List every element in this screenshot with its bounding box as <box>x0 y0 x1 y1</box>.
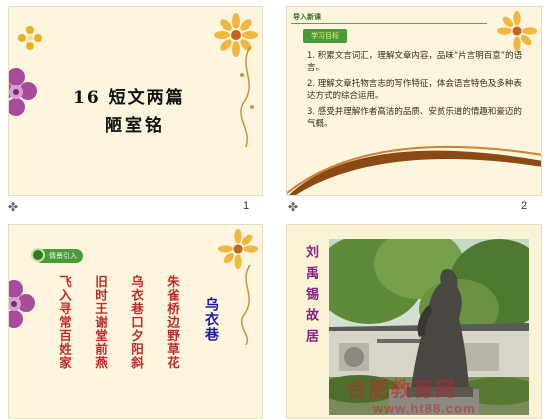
tag-circle-icon <box>31 248 45 262</box>
goal-item-1: 1. 积累文言词汇，理解文章内容，品味“片言明百意”的语言。 <box>307 51 523 73</box>
learning-goals-tag: 学习目标 <box>303 29 347 43</box>
slide-thumbnail-3[interactable]: 情景引入 乌衣巷 朱雀桥边野草花 乌衣巷口夕阳斜 旧时王谢堂前燕 飞入寻常百姓家 <box>8 224 263 419</box>
slide-number-1: 1 <box>243 200 250 212</box>
poem-line-3: 旧时王谢堂前燕 <box>93 275 108 370</box>
slide-show-icon[interactable]: ✤ <box>288 200 298 214</box>
slide-show-icon[interactable]: ✤ <box>8 200 18 214</box>
brown-arc-decoration <box>287 145 541 195</box>
slide-1-subtitle: 陋室铭 <box>105 116 165 136</box>
flower-icon <box>497 11 537 51</box>
vine-decoration <box>240 47 254 147</box>
flower-icon <box>218 229 258 269</box>
scene-intro-label: 情景引入 <box>49 252 77 260</box>
slide-thumbnail-2[interactable]: 导入新课 学习目标 1. 积累文言词汇，理解文章内容，品味“片言明百意”的语言。… <box>286 6 542 196</box>
poem-line-2: 乌衣巷口夕阳斜 <box>129 275 144 370</box>
poem-line-1: 朱雀桥边野草花 <box>165 275 180 370</box>
header-rule <box>291 23 487 24</box>
watermark-url: www.ht88.com <box>373 401 476 416</box>
slide-thumbnail-1[interactable]: 16 短文两篇 陋室铭 <box>8 6 263 196</box>
slide-number-2: 2 <box>521 200 528 212</box>
slide-thumbnail-4[interactable]: 刘禹锡故居 合肥教育网 www.ht88.com <box>286 224 542 419</box>
slide-2-header: 导入新课 <box>293 13 321 21</box>
poem-title: 乌衣巷 <box>203 297 219 342</box>
vine-decoration <box>241 265 251 345</box>
slide-1-title: 16 短文两篇 <box>73 88 185 108</box>
watermark-text: 合肥教育网 <box>347 377 457 401</box>
flower-icon <box>18 26 42 50</box>
former-residence-caption: 刘禹锡故居 <box>303 245 318 350</box>
flower-icon <box>9 68 37 116</box>
goal-item-2: 2. 理解文章托物言志的写作特征，体会语言特色及多种表达方式的综合运用。 <box>307 79 522 101</box>
flower-icon <box>9 280 35 328</box>
poem-line-4: 飞入寻常百姓家 <box>57 275 72 370</box>
